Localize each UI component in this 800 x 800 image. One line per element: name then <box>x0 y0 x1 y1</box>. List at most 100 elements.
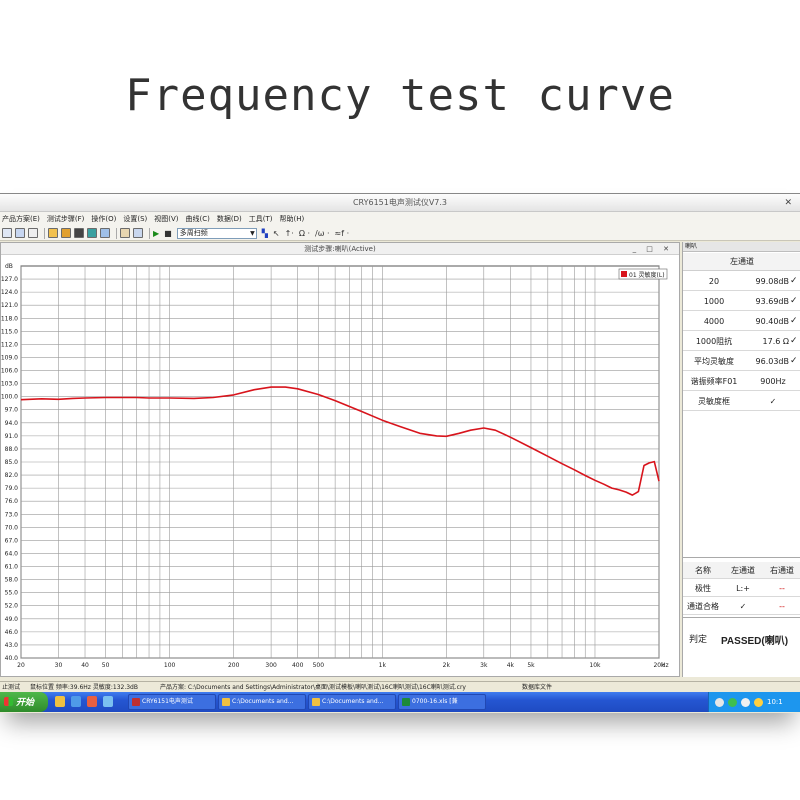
menu-tools[interactable]: 工具(T) <box>249 214 273 224</box>
menu-test-step[interactable]: 测试步骤(F) <box>47 214 85 224</box>
resonance-label: 谐振频率F01 <box>690 377 738 386</box>
update-icon[interactable] <box>754 697 763 707</box>
y-axis-label: dB <box>5 263 13 270</box>
impedance-tool-icon[interactable]: Ω · <box>299 229 310 238</box>
windows-logo-icon <box>4 697 13 706</box>
y-tick-label: 82.0 <box>5 472 19 479</box>
window-close-icon[interactable]: ✕ <box>784 194 792 212</box>
meter-icon[interactable] <box>74 228 84 238</box>
y-tick-label: 115.0 <box>1 328 18 335</box>
legend-label: 01 灵敏度(L) <box>629 271 665 279</box>
table-header: 名称 左通道 右通道 <box>683 562 800 579</box>
x-tick-label: 40 <box>81 662 89 669</box>
menu-data[interactable]: 数据(D) <box>217 214 242 224</box>
stop-icon[interactable]: ■ <box>164 229 172 238</box>
zoom-icon[interactable]: ▚ <box>262 229 268 238</box>
folder-icon[interactable] <box>55 696 65 707</box>
plot-window-controls[interactable]: _ □ ✕ <box>633 243 673 255</box>
menu-operation[interactable]: 操作(O) <box>91 214 116 224</box>
save-icon[interactable] <box>15 228 25 238</box>
frequency-tool-icon[interactable]: ≈f · <box>335 229 350 238</box>
verdict-value: PASSED(喇叭) <box>721 636 789 647</box>
x-tick-label: 100 <box>164 662 176 669</box>
y-tick-label: 91.0 <box>5 433 19 440</box>
x-tick-label: 500 <box>313 662 325 669</box>
y-tick-label: 64.0 <box>5 550 19 557</box>
quick-launch <box>55 696 119 707</box>
result-label: 4000 <box>703 317 725 326</box>
menu-settings[interactable]: 设置(S) <box>123 214 147 224</box>
toolbar-separator <box>44 227 45 239</box>
y-tick-label: 106.0 <box>1 368 18 375</box>
status-database: 数据库文件 <box>522 684 553 691</box>
task-button[interactable]: 0700-16.xls [兼 <box>398 694 486 710</box>
toolbar-separator <box>149 227 150 239</box>
x-tick-label: 3k <box>480 662 488 669</box>
chart-icon[interactable] <box>133 228 143 238</box>
result-value: 93.69dB <box>755 297 789 306</box>
edit-icon[interactable] <box>120 228 130 238</box>
headline: Frequency test curve <box>125 70 675 121</box>
run-icon[interactable]: ▶ <box>153 229 159 238</box>
y-tick-label: 76.0 <box>5 498 19 505</box>
media-icon[interactable] <box>87 696 97 707</box>
level-tool-icon[interactable]: ↑· <box>285 229 294 238</box>
table-row: 通道合格 ✓ -- <box>683 598 800 615</box>
result-label: 1000 <box>703 297 725 306</box>
chevron-down-icon: ▼ <box>250 229 255 237</box>
network-icon[interactable] <box>715 697 724 707</box>
window-titlebar[interactable]: CRY6151电声测试仪V7.3 ✕ <box>0 194 800 212</box>
scan-mode-select[interactable]: 多周扫频 ▼ <box>176 227 257 239</box>
monitor-icon[interactable] <box>87 228 97 238</box>
menu-product-scheme[interactable]: 产品方案(E) <box>2 214 40 224</box>
result-label: 平均灵敏度 <box>694 357 734 366</box>
menu-bar: 产品方案(E) 测试步骤(F) 操作(O) 设置(S) 视图(V) 曲线(C) … <box>0 212 800 226</box>
results-panel-tab[interactable]: 喇叭 <box>683 242 800 252</box>
task-button[interactable]: CRY6151电声测试 <box>128 694 216 710</box>
record-icon[interactable] <box>61 228 71 238</box>
task-button[interactable]: C:\Documents and... <box>308 694 396 710</box>
folder-icon <box>222 698 230 706</box>
frequency-response-chart[interactable]: 40.0 43.0 46.0 49.0 52.0 55.0 58.0 61.0 64.0 67.0… <box>1 256 679 678</box>
menu-help[interactable]: 帮助(H) <box>280 214 305 224</box>
y-tick-label: 70.0 <box>5 524 19 531</box>
task-button[interactable]: C:\Documents and... <box>218 694 306 710</box>
volume-icon[interactable] <box>741 697 750 707</box>
y-tick-label: 124.0 <box>1 289 18 296</box>
resonance-value: 900Hz <box>760 377 786 386</box>
x-tick-label: 200 <box>228 662 240 669</box>
y-tick-label: 67.0 <box>5 537 19 544</box>
menu-view[interactable]: 视图(V) <box>154 214 178 224</box>
security-icon[interactable] <box>728 697 737 707</box>
desktop-icon[interactable] <box>103 696 113 707</box>
result-value: 90.40dB <box>755 317 789 326</box>
task-label: 0700-16.xls [兼 <box>412 698 458 705</box>
table-cell: L:+ <box>736 584 750 593</box>
open-folder-icon[interactable] <box>48 228 58 238</box>
check-icon: ✓ <box>790 276 798 286</box>
y-tick-label: 49.0 <box>5 616 19 623</box>
y-tick-label: 73.0 <box>5 511 19 518</box>
plot-window-caption[interactable]: 测试步骤:喇叭(Active) _ □ ✕ <box>1 243 679 255</box>
new-icon[interactable] <box>2 228 12 238</box>
phase-tool-icon[interactable]: /ω · <box>315 229 329 238</box>
y-tick-label: 52.0 <box>5 603 19 610</box>
browser-icon[interactable] <box>71 696 81 707</box>
print-icon[interactable] <box>28 228 38 238</box>
result-row: 1000 93.69dB ✓ <box>683 292 800 311</box>
column-header: 名称 <box>695 566 711 575</box>
check-icon: ✓ <box>769 397 777 406</box>
column-header: 右通道 <box>770 566 794 575</box>
window-icon[interactable] <box>100 228 110 238</box>
check-icon: ✓ <box>790 356 798 366</box>
y-tick-label: 100.0 <box>1 394 18 401</box>
sensitivity-curve-label: 灵敏度框 <box>698 397 730 406</box>
y-tick-label: 43.0 <box>5 642 19 649</box>
channel-header: 左通道 <box>683 253 800 271</box>
cursor-tool-icon[interactable]: ↖ <box>273 229 280 238</box>
result-row: 平均灵敏度 96.03dB ✓ <box>683 352 800 371</box>
menu-curve[interactable]: 曲线(C) <box>186 214 210 224</box>
y-tick-label: 61.0 <box>5 564 19 571</box>
task-label: CRY6151电声测试 <box>142 698 193 705</box>
y-tick-label: 85.0 <box>5 459 19 466</box>
